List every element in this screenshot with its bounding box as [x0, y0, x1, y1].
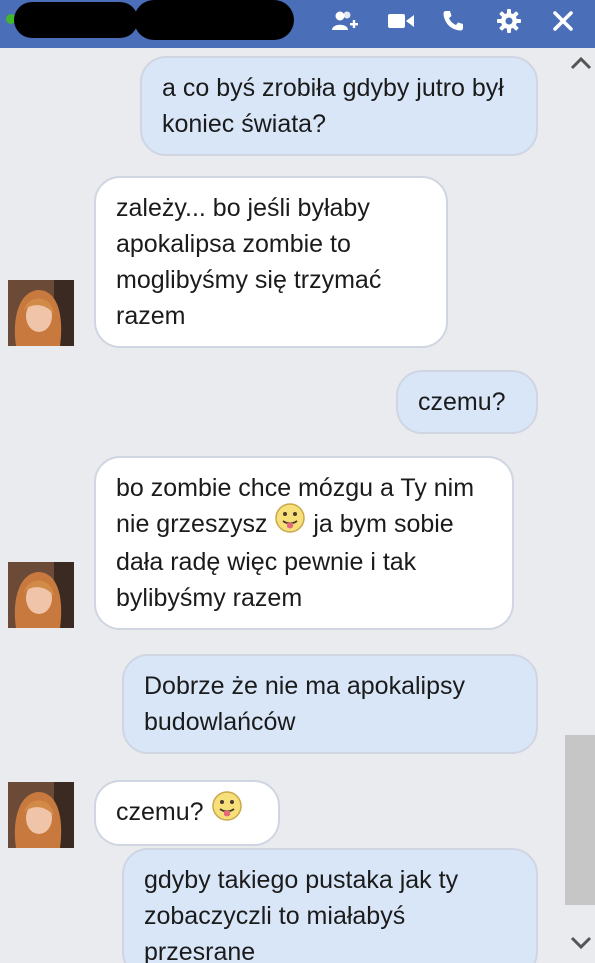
contact-avatar[interactable]	[8, 280, 74, 346]
tongue-out-emoji	[211, 790, 243, 832]
gear-icon[interactable]	[494, 8, 524, 34]
scrollbar-thumb[interactable]	[565, 735, 595, 905]
message-text: a co byś zrobiła gdyby jutro był koniec …	[162, 74, 504, 138]
message-text: czemu?	[116, 798, 204, 826]
message-text: czemu?	[418, 388, 506, 416]
chat-header	[0, 0, 595, 48]
scroll-up-button[interactable]	[567, 48, 595, 78]
redacted-contact-name	[134, 0, 294, 40]
close-icon[interactable]	[548, 8, 578, 34]
incoming-message: czemu?	[94, 780, 280, 847]
incoming-message: bo zombie chce mózgu a Ty nim nie grzesz…	[94, 456, 514, 631]
tongue-out-emoji	[274, 502, 306, 544]
redacted-contact-name	[14, 2, 138, 38]
outgoing-message: czemu?	[396, 370, 538, 434]
message-thread[interactable]: a co byś zrobiła gdyby jutro był koniec …	[0, 48, 595, 963]
video-call-icon[interactable]	[386, 8, 416, 34]
message-text: Dobrze że nie ma apokalipsy budowlańców	[144, 672, 465, 736]
phone-icon[interactable]	[438, 8, 468, 34]
incoming-message: zależy... bo jeśli byłaby apokalipsa zom…	[94, 176, 448, 348]
outgoing-message: gdyby takiego pustaka jak ty zobaczyczli…	[122, 848, 538, 963]
contact-avatar[interactable]	[8, 562, 74, 628]
add-person-icon[interactable]	[330, 8, 360, 34]
contact-avatar[interactable]	[8, 782, 74, 848]
message-text: gdyby takiego pustaka jak ty zobaczyczli…	[144, 866, 459, 963]
scroll-down-button[interactable]	[567, 928, 595, 958]
outgoing-message: a co byś zrobiła gdyby jutro był koniec …	[140, 56, 538, 156]
outgoing-message: Dobrze że nie ma apokalipsy budowlańców	[122, 654, 538, 754]
message-text: zależy... bo jeśli byłaby apokalipsa zom…	[116, 194, 382, 330]
